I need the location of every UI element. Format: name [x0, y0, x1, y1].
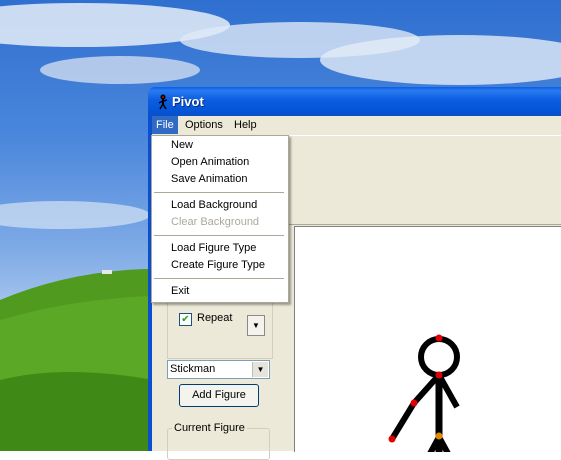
menu-separator: [154, 278, 284, 279]
repeat-checkbox[interactable]: ✔: [179, 313, 192, 326]
title-bar[interactable]: Pivot: [148, 87, 561, 116]
menu-item-new[interactable]: New: [171, 138, 193, 152]
menu-file[interactable]: File: [152, 116, 178, 134]
joint-handle[interactable]: [388, 435, 396, 443]
menu-item-create-figure-type[interactable]: Create Figure Type: [171, 258, 265, 272]
stickman-app-icon: [158, 94, 168, 110]
window-title: Pivot: [172, 94, 204, 109]
figure-type-select[interactable]: Stickman ▼: [167, 360, 270, 379]
repeat-label: Repeat: [197, 312, 233, 324]
menu-item-exit[interactable]: Exit: [171, 284, 189, 298]
current-figure-label: Current Figure: [172, 422, 247, 434]
file-menu-dropdown: New Open Animation Save Animation Load B…: [151, 135, 289, 303]
joint-handle[interactable]: [435, 432, 443, 440]
joint-handle[interactable]: [410, 399, 418, 407]
menu-separator: [154, 235, 284, 236]
chevron-down-icon[interactable]: ▼: [252, 362, 268, 377]
animation-canvas[interactable]: [294, 226, 561, 460]
menu-options[interactable]: Options: [181, 116, 227, 134]
menu-item-load-background[interactable]: Load Background: [171, 198, 257, 212]
menu-item-save-animation[interactable]: Save Animation: [171, 172, 247, 186]
menu-item-load-figure-type[interactable]: Load Figure Type: [171, 241, 256, 255]
figure-type-value: Stickman: [170, 363, 216, 375]
menu-item-clear-background: Clear Background: [171, 216, 260, 228]
chevron-down-icon[interactable]: ▼: [247, 315, 265, 336]
joint-handle[interactable]: [435, 334, 443, 342]
menu-separator: [154, 192, 284, 193]
menu-help[interactable]: Help: [230, 116, 261, 134]
stick-figure[interactable]: [295, 227, 561, 460]
menu-item-open-animation[interactable]: Open Animation: [171, 155, 249, 169]
add-figure-button[interactable]: Add Figure: [179, 384, 259, 407]
menu-bar: File Options Help: [152, 116, 561, 134]
joint-handle[interactable]: [435, 371, 443, 379]
